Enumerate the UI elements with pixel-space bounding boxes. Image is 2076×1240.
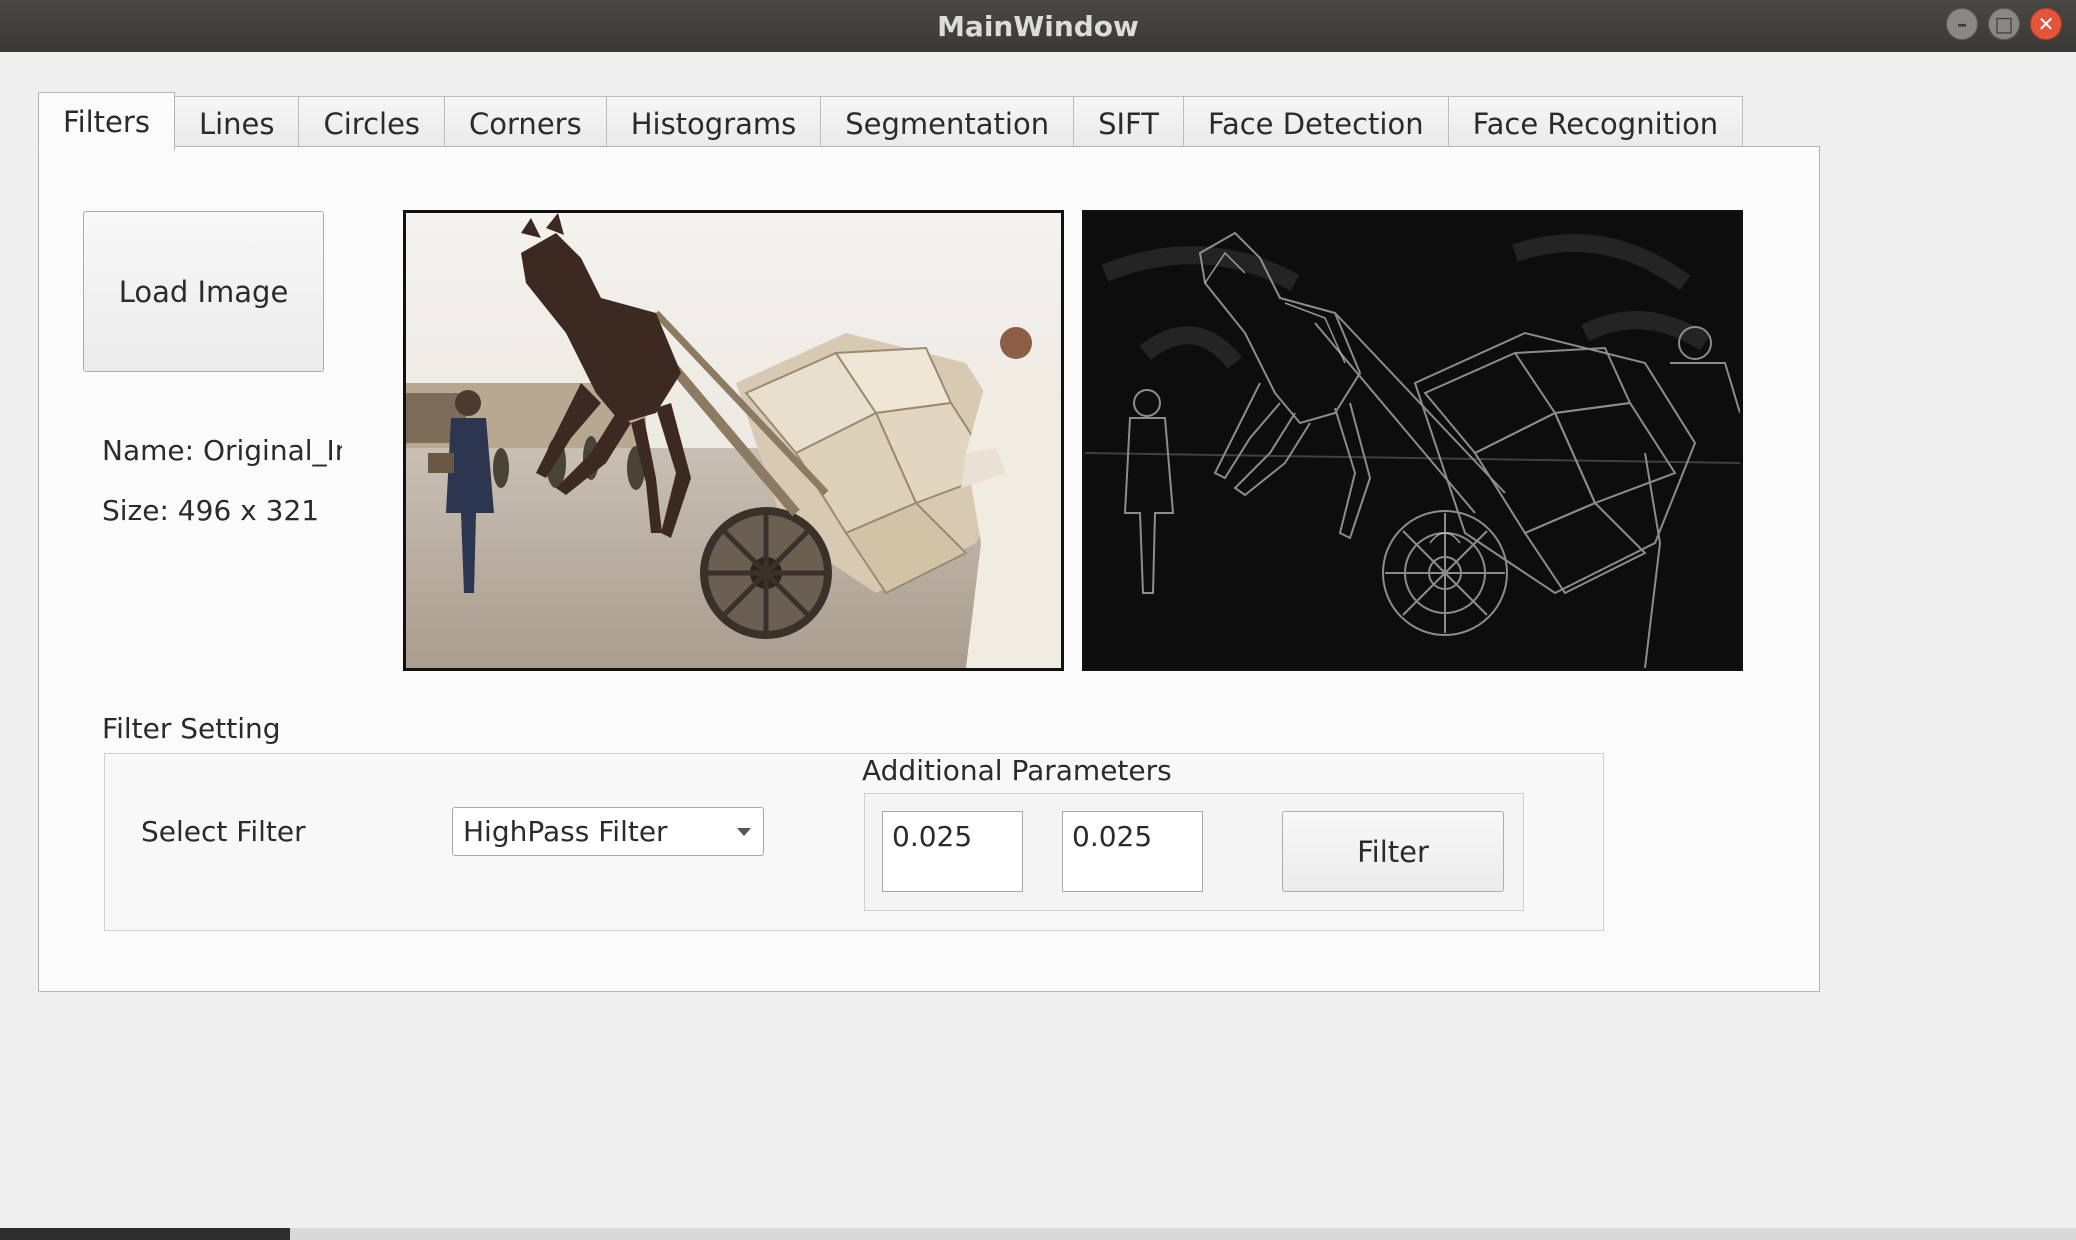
maximize-icon[interactable]: □ — [1988, 8, 2020, 40]
parameter-2-input[interactable]: 0.025 — [1062, 811, 1203, 892]
additional-parameters-title: Additional Parameters — [862, 754, 1172, 787]
status-strip — [0, 1228, 2076, 1240]
tab-circles[interactable]: Circles — [298, 96, 446, 151]
tab-lines[interactable]: Lines — [173, 96, 300, 151]
close-icon[interactable]: ✕ — [2030, 8, 2062, 40]
tab-filters[interactable]: Filters — [38, 92, 175, 151]
title-bar: MainWindow – □ ✕ — [0, 0, 2076, 52]
filter-button[interactable]: Filter — [1282, 811, 1504, 892]
filtered-photo — [1085, 213, 1740, 668]
filter-setting-title: Filter Setting — [102, 712, 281, 745]
select-filter-label: Select Filter — [141, 815, 306, 848]
chevron-down-icon — [737, 828, 751, 836]
parameter-1-input[interactable]: 0.025 — [882, 811, 1023, 892]
tab-face-detection[interactable]: Face Detection — [1182, 96, 1449, 151]
tab-face-recognition[interactable]: Face Recognition — [1447, 96, 1744, 151]
tab-corners[interactable]: Corners — [444, 96, 607, 151]
original-image-view — [403, 210, 1064, 671]
image-name-label: Name: Original_Image — [102, 434, 342, 467]
load-image-button[interactable]: Load Image — [83, 211, 324, 372]
image-size-label: Size: 496 x 321 — [102, 494, 320, 527]
filter-select-value: HighPass Filter — [463, 815, 668, 848]
tab-sift[interactable]: SIFT — [1073, 96, 1184, 151]
tab-segmentation[interactable]: Segmentation — [820, 96, 1075, 151]
filter-select[interactable]: HighPass Filter — [452, 807, 764, 856]
window-controls: – □ ✕ — [1946, 8, 2062, 40]
taskbar-segment — [0, 1228, 290, 1240]
window-title: MainWindow — [937, 9, 1139, 43]
filtered-image-view — [1082, 210, 1743, 671]
tab-bar: Filters Lines Circles Corners Histograms… — [38, 92, 1744, 151]
original-photo — [406, 213, 1061, 668]
minimize-icon[interactable]: – — [1946, 8, 1978, 40]
tab-histograms[interactable]: Histograms — [605, 96, 822, 151]
